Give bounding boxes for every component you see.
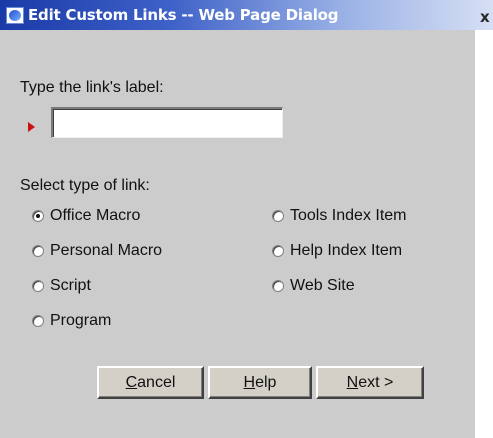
radio-office-macro[interactable]: Office Macro bbox=[32, 207, 140, 225]
ie-window-icon bbox=[6, 7, 24, 24]
link-type-prompt: Select type of link: bbox=[20, 177, 150, 194]
radio-button-checked[interactable] bbox=[32, 210, 44, 222]
radio-label: Office Macro bbox=[50, 207, 141, 224]
dialog-window: Edit Custom Links -- Web Page Dialog x T… bbox=[0, 0, 493, 438]
link-label-input[interactable] bbox=[51, 107, 283, 138]
next-label: ext > bbox=[358, 373, 394, 391]
red-triangle-marker-icon bbox=[28, 122, 35, 132]
cancel-label: ancel bbox=[137, 373, 176, 391]
radio-button[interactable] bbox=[272, 280, 284, 292]
radio-web-site[interactable]: Web Site bbox=[272, 277, 355, 295]
window-edge bbox=[475, 30, 493, 438]
radio-program[interactable]: Program bbox=[32, 312, 111, 330]
window-title: Edit Custom Links -- Web Page Dialog bbox=[28, 6, 339, 24]
radio-label: Personal Macro bbox=[50, 242, 163, 259]
radio-script[interactable]: Script bbox=[32, 277, 91, 295]
radio-button[interactable] bbox=[272, 245, 284, 257]
next-button[interactable]: Next > bbox=[316, 366, 424, 399]
radio-label: Tools Index Item bbox=[290, 207, 407, 224]
link-label-prompt: Type the link's label: bbox=[20, 79, 164, 96]
cancel-accelerator: C bbox=[125, 373, 138, 391]
title-bar[interactable]: Edit Custom Links -- Web Page Dialog x bbox=[0, 0, 493, 30]
radio-help-index-item[interactable]: Help Index Item bbox=[272, 242, 402, 260]
radio-button[interactable] bbox=[272, 210, 284, 222]
cancel-button[interactable]: Cancel bbox=[97, 366, 204, 399]
help-button[interactable]: Help bbox=[208, 366, 312, 399]
radio-tools-index-item[interactable]: Tools Index Item bbox=[272, 207, 407, 225]
radio-button[interactable] bbox=[32, 245, 44, 257]
radio-personal-macro[interactable]: Personal Macro bbox=[32, 242, 162, 260]
next-accelerator: N bbox=[346, 373, 359, 391]
radio-label: Program bbox=[50, 312, 112, 329]
help-label: elp bbox=[255, 373, 277, 391]
radio-label: Web Site bbox=[290, 277, 355, 294]
close-icon[interactable]: x bbox=[480, 8, 490, 26]
radio-label: Help Index Item bbox=[290, 242, 403, 259]
radio-button[interactable] bbox=[32, 315, 44, 327]
radio-button[interactable] bbox=[32, 280, 44, 292]
help-accelerator: H bbox=[243, 373, 256, 391]
radio-label: Script bbox=[50, 277, 91, 294]
